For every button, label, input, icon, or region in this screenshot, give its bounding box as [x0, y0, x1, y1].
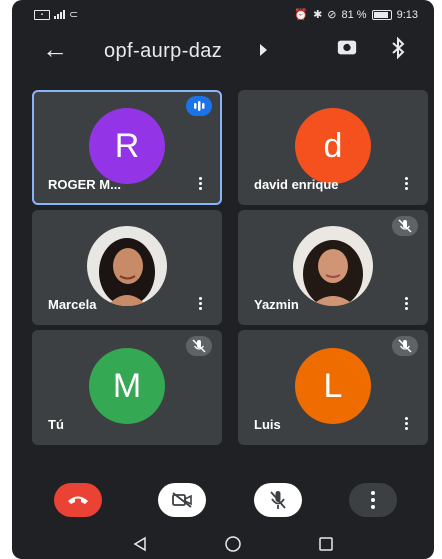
data-sync-icon: ⊂ [69, 9, 79, 21]
mic-off-icon [392, 336, 418, 356]
participant-tile[interactable]: M Tú [32, 330, 222, 445]
sim-card-icon: ▪ [34, 9, 50, 20]
participant-name: Tú [48, 417, 64, 432]
mic-toggle-button[interactable] [254, 483, 302, 517]
end-call-icon [68, 496, 88, 504]
recents-square-icon[interactable] [318, 536, 334, 552]
switch-camera-icon[interactable] [336, 36, 358, 58]
status-bar: ▪ ⊂ ⏰ ✱ ⊘ 81 % 9:13 [12, 0, 434, 28]
participant-name: Marcela [48, 297, 97, 312]
camera-toggle-button[interactable] [158, 483, 206, 517]
home-circle-icon[interactable] [224, 535, 242, 553]
more-vert-icon[interactable] [401, 175, 411, 193]
avatar: L [295, 348, 371, 424]
caret-right-icon[interactable] [260, 44, 267, 56]
top-app-bar: ← opf-aurp-daz [12, 30, 434, 70]
participant-tile[interactable]: L Luis [238, 330, 428, 445]
participant-tile[interactable]: Yazmin [238, 210, 428, 325]
more-vert-icon[interactable] [401, 415, 411, 433]
more-vert-icon[interactable] [195, 295, 205, 313]
back-triangle-icon[interactable] [132, 536, 148, 552]
avatar: d [295, 108, 371, 184]
participant-name: Yazmin [254, 297, 299, 312]
participant-photo [87, 226, 167, 306]
back-arrow-icon[interactable]: ← [42, 34, 68, 64]
more-options-button[interactable] [349, 483, 397, 517]
mute-status-icon: ⊘ [327, 9, 337, 21]
clock: 9:13 [396, 8, 418, 21]
avatar: M [89, 348, 165, 424]
system-nav-bar [12, 528, 434, 559]
meeting-code[interactable]: opf-aurp-daz [104, 40, 222, 63]
phone-screen: ▪ ⊂ ⏰ ✱ ⊘ 81 % 9:13 ← opf-aurp-daz R ROG… [12, 0, 434, 559]
mic-off-icon [392, 216, 418, 236]
participant-tile[interactable]: Marcela [32, 210, 222, 325]
more-vert-icon [371, 491, 375, 509]
end-call-button[interactable] [54, 483, 102, 517]
participant-name: Luis [254, 417, 281, 432]
signal-icon [54, 10, 65, 19]
alarm-icon: ⏰ [294, 9, 309, 21]
avatar: R [89, 108, 165, 184]
status-right: ⏰ ✱ ⊘ 81 % 9:13 [294, 8, 418, 22]
bluetooth-icon[interactable] [390, 36, 406, 60]
battery-percent: 81 % [341, 8, 367, 21]
mic-off-icon [270, 491, 286, 509]
more-vert-icon[interactable] [195, 175, 205, 193]
participant-name: david enrique [254, 177, 339, 192]
camera-off-icon [172, 492, 192, 508]
status-left: ▪ ⊂ [34, 8, 78, 21]
participant-tile[interactable]: R ROGER M... [32, 90, 222, 205]
participant-tile[interactable]: d david enrique [238, 90, 428, 205]
speaking-indicator-icon [186, 96, 212, 116]
more-vert-icon[interactable] [401, 295, 411, 313]
battery-icon [371, 9, 392, 20]
bluetooth-status-icon: ✱ [313, 9, 323, 21]
participant-photo [293, 226, 373, 306]
participant-name: ROGER M... [48, 177, 121, 192]
mic-off-icon [186, 336, 212, 356]
